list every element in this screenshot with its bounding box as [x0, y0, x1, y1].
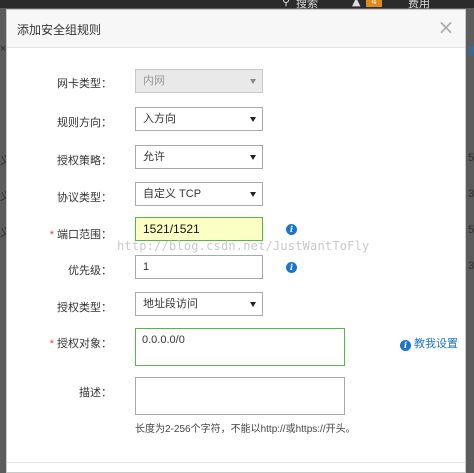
info-icon[interactable]: i — [286, 224, 297, 235]
nic-type-select: 内网 — [135, 69, 263, 93]
description-textarea[interactable] — [135, 377, 345, 415]
protocol-select[interactable]: 自定义 TCP — [135, 182, 263, 206]
search-icon[interactable]: ⚲ — [282, 0, 290, 8]
dialog-header: 添加安全组规则 × — [7, 10, 465, 48]
close-icon[interactable]: × — [437, 16, 455, 38]
port-range-label-text: 端口范围： — [57, 229, 112, 241]
priority-input[interactable]: 1 — [135, 255, 263, 279]
watermark: http://blog.csdn.net/JustWantToFly — [117, 239, 370, 253]
auth-object-label: * 授权对象： — [7, 335, 112, 351]
nic-type-label: 网卡类型： — [57, 78, 112, 90]
description-hint: 长度为2-256个字符，不能以http://或https://开头。 — [135, 424, 356, 435]
auth-type-label: 授权类型： — [57, 302, 112, 314]
bg-right-text: 5 — [468, 224, 474, 236]
bg-right-text: 5 — [468, 152, 474, 164]
priority-label: 优先级： — [68, 265, 112, 277]
port-range-label: * 端口范围： — [7, 226, 112, 242]
bg-right-text: 3 — [468, 260, 474, 272]
dialog-title: 添加安全组规则 — [17, 23, 102, 37]
direction-label: 规则方向： — [57, 117, 112, 129]
policy-select[interactable]: 允许 — [135, 145, 263, 169]
bg-right-text: 表 — [467, 46, 474, 58]
notification-badge: 4 — [366, 0, 382, 7]
required-marker: * — [49, 338, 54, 350]
direction-select[interactable]: 入方向 — [135, 107, 263, 131]
auth-object-textarea[interactable]: 0.0.0.0/0 — [135, 328, 345, 366]
info-icon[interactable]: i — [286, 262, 297, 273]
background-topbar: ⚲ 搜索 ▲ 4 费用 — [0, 0, 474, 10]
protocol-label: 协议类型： — [57, 192, 112, 204]
info-icon: i — [400, 340, 411, 351]
howto-link[interactable]: i 教我设置 — [400, 335, 458, 351]
bg-right-text: 3 — [468, 188, 474, 200]
dialog-footer-divider — [7, 462, 465, 463]
description-label: 描述： — [79, 387, 112, 399]
port-range-input[interactable]: 1521/1521 — [135, 217, 263, 241]
auth-object-label-text: 授权对象： — [57, 338, 112, 350]
auth-type-select[interactable]: 地址段访问 — [135, 292, 263, 316]
required-marker: * — [49, 229, 54, 241]
policy-label: 授权策略： — [57, 155, 112, 167]
add-security-group-rule-dialog: 添加安全组规则 × 网卡类型： 内网 规则方向： 入方向 授权策略： 允许 协议… — [6, 9, 466, 473]
howto-link-text: 教我设置 — [414, 338, 458, 350]
user-icon[interactable]: ▲ — [352, 0, 360, 8]
